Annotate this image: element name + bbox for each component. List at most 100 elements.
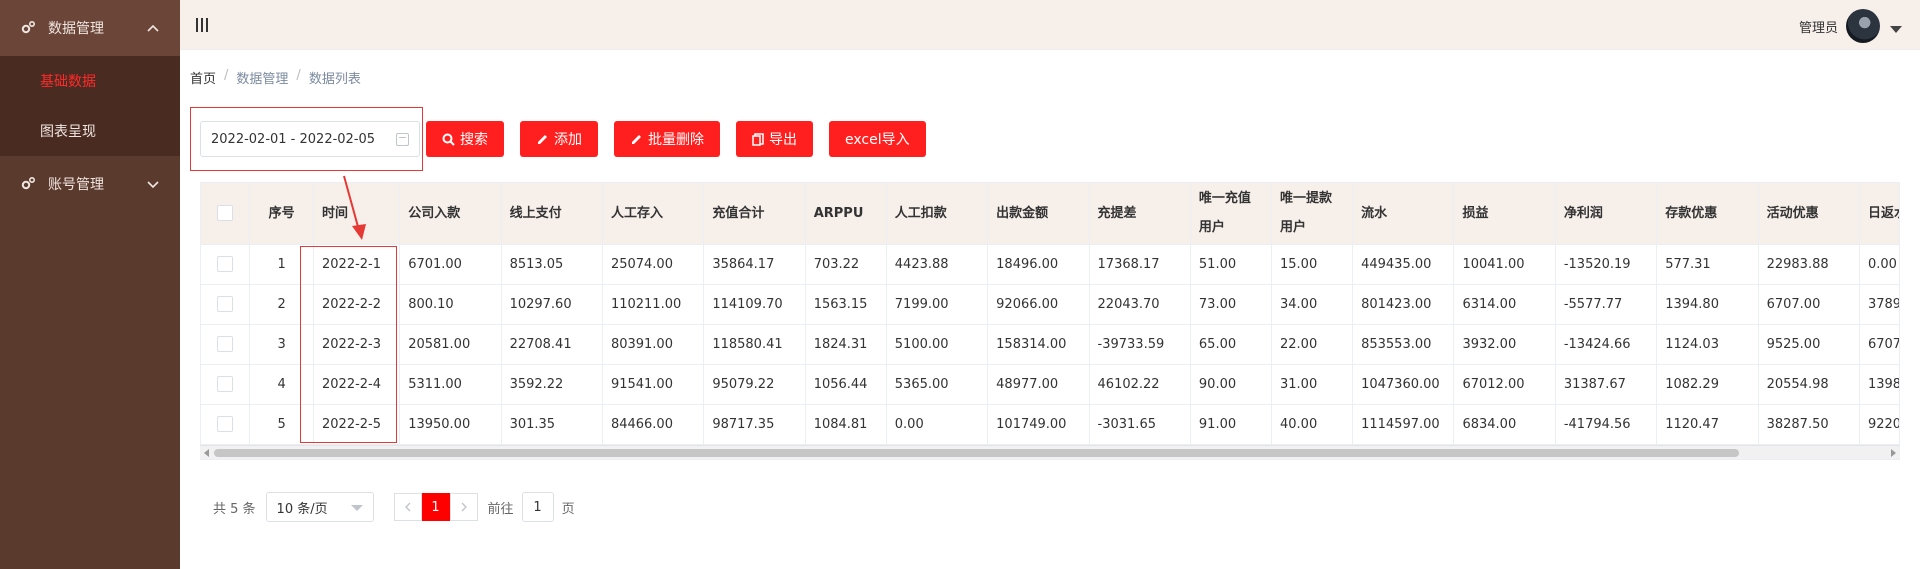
- table-cell: 2022-2-2: [313, 284, 401, 325]
- row-checkbox[interactable]: [217, 256, 234, 272]
- pagination: 共 5 条 10 条/页 1 前往 1 页: [213, 492, 575, 522]
- table-cell: 1047360.00: [1352, 364, 1455, 405]
- table-cell: 9525.00: [1758, 324, 1860, 365]
- batch-delete-button[interactable]: 批量删除: [614, 121, 720, 157]
- sidebar-group-label: 数据管理: [48, 21, 104, 37]
- search-button-label: 搜索: [460, 132, 488, 148]
- scroll-right-arrow[interactable]: [1891, 449, 1896, 457]
- sidebar-item-chart-view[interactable]: 图表呈现: [0, 106, 180, 156]
- table-cell: 6701.00: [399, 244, 502, 285]
- table-cell: 22.00: [1271, 324, 1354, 365]
- page-number-button[interactable]: 1: [421, 493, 450, 521]
- table-cell: 3: [249, 324, 315, 365]
- sidebar-item-basic-data[interactable]: 基础数据: [0, 56, 180, 106]
- goto-label: 前往: [487, 501, 514, 517]
- breadcrumb-home[interactable]: 首页: [190, 68, 216, 87]
- sidebar-group-account-management[interactable]: 账号管理: [0, 156, 180, 212]
- column-header: 时间: [313, 183, 401, 245]
- column-header: 存款优惠: [1656, 183, 1759, 245]
- goto-page-input[interactable]: 1: [521, 492, 554, 522]
- column-header: 公司入款: [399, 183, 502, 245]
- table-cell: 17368.17: [1089, 244, 1191, 285]
- row-checkbox[interactable]: [217, 376, 234, 392]
- table-cell: 31.00: [1271, 364, 1354, 405]
- row-select-cell: [201, 284, 251, 325]
- next-page-button[interactable]: [449, 493, 478, 521]
- table-cell: 0.00: [1859, 244, 1899, 285]
- table-cell: 1: [249, 244, 315, 285]
- table-row: 4 2022-2-4 5311.00 3592.22 91541.00 95079.22 1…: [201, 364, 1899, 405]
- table-row: 2 2022-2-2 800.10 10297.60 110211.00 114109.7…: [201, 284, 1899, 325]
- date-range-picker[interactable]: 2022-02-01 - 2022-02-05: [200, 121, 420, 157]
- column-header: 流水: [1352, 183, 1455, 245]
- column-header: 损益: [1453, 183, 1556, 245]
- search-icon: [442, 133, 455, 146]
- table-cell: 101749.00: [987, 404, 1090, 445]
- table-cell: 13987.06: [1859, 364, 1899, 405]
- date-range-value: 2022-02-01 - 2022-02-05: [211, 131, 376, 147]
- table-cell: 7199.00: [886, 284, 989, 325]
- table-cell: 65.00: [1190, 324, 1273, 365]
- add-button[interactable]: 添加: [520, 121, 598, 157]
- row-checkbox[interactable]: [217, 416, 234, 432]
- column-header: 人工存入: [602, 183, 705, 245]
- excel-import-button[interactable]: excel导入: [829, 121, 926, 157]
- calendar-icon: [396, 133, 409, 146]
- table-cell: 5: [249, 404, 315, 445]
- table-cell: 114109.70: [703, 284, 806, 325]
- export-button-label: 导出: [769, 132, 797, 148]
- sidebar-item-label: 基础数据: [40, 74, 96, 90]
- horizontal-scrollbar[interactable]: [200, 445, 1900, 459]
- column-header: 净利润: [1555, 183, 1658, 245]
- row-checkbox[interactable]: [217, 336, 234, 352]
- column-header: 充提差: [1089, 183, 1191, 245]
- breadcrumb: 首页 / 数据管理 / 数据列表: [190, 68, 361, 87]
- table-cell: 1394.80: [1656, 284, 1759, 325]
- table-cell: 801423.00: [1352, 284, 1455, 325]
- table-cell: 20581.00: [399, 324, 502, 365]
- scroll-left-arrow[interactable]: [204, 449, 209, 457]
- table-cell: 158314.00: [987, 324, 1090, 365]
- table-cell: 1120.47: [1656, 404, 1759, 445]
- select-all-checkbox[interactable]: [217, 205, 234, 222]
- row-checkbox[interactable]: [217, 296, 234, 312]
- row-select-cell: [201, 364, 251, 405]
- table-cell: 118580.41: [703, 324, 806, 365]
- search-button[interactable]: 搜索: [426, 121, 504, 157]
- table-cell: 10297.60: [501, 284, 603, 325]
- table-cell: 5365.00: [886, 364, 989, 405]
- caret-down-icon[interactable]: [1890, 25, 1902, 33]
- export-button[interactable]: 导出: [736, 121, 813, 157]
- toolbar: 2022-02-01 - 2022-02-05 搜索 添加 批量删除 导出 ex…: [190, 107, 926, 171]
- table-cell: 1082.29: [1656, 364, 1759, 405]
- hamburger-icon[interactable]: [196, 18, 208, 36]
- pencil-icon: [630, 133, 643, 146]
- page-size-select[interactable]: 10 条/页: [265, 492, 374, 522]
- sidebar-group-data-management[interactable]: 数据管理: [0, 0, 180, 56]
- column-header: 日返水: [1859, 183, 1899, 245]
- gears-icon: [20, 20, 36, 36]
- table-cell: 90.00: [1190, 364, 1273, 405]
- sidebar-submenu: 基础数据 图表呈现: [0, 56, 180, 156]
- sidebar: 数据管理 基础数据 图表呈现 账号管理: [0, 0, 180, 569]
- table-cell: 22043.70: [1089, 284, 1191, 325]
- table-cell: 1114597.00: [1352, 404, 1455, 445]
- breadcrumb-data-management[interactable]: 数据管理: [236, 68, 288, 87]
- table-cell: 2: [249, 284, 315, 325]
- breadcrumb-separator: /: [296, 68, 301, 83]
- prev-page-button[interactable]: [393, 493, 422, 521]
- row-select-cell: [201, 244, 251, 285]
- table-cell: 67012.00: [1453, 364, 1556, 405]
- table-cell: 9220.59: [1859, 404, 1899, 445]
- table-cell: 4: [249, 364, 315, 405]
- user-menu[interactable]: 管理员: [1799, 9, 1902, 43]
- scrollbar-thumb[interactable]: [214, 449, 1739, 457]
- table-cell: -13520.19: [1555, 244, 1658, 285]
- table-cell: 22708.41: [501, 324, 603, 365]
- column-header: 线上支付: [501, 183, 603, 245]
- table-cell: 91541.00: [602, 364, 705, 405]
- table-cell: 84466.00: [602, 404, 705, 445]
- table-cell: -41794.56: [1555, 404, 1658, 445]
- avatar[interactable]: [1846, 9, 1880, 43]
- excel-import-button-label: excel导入: [845, 132, 910, 148]
